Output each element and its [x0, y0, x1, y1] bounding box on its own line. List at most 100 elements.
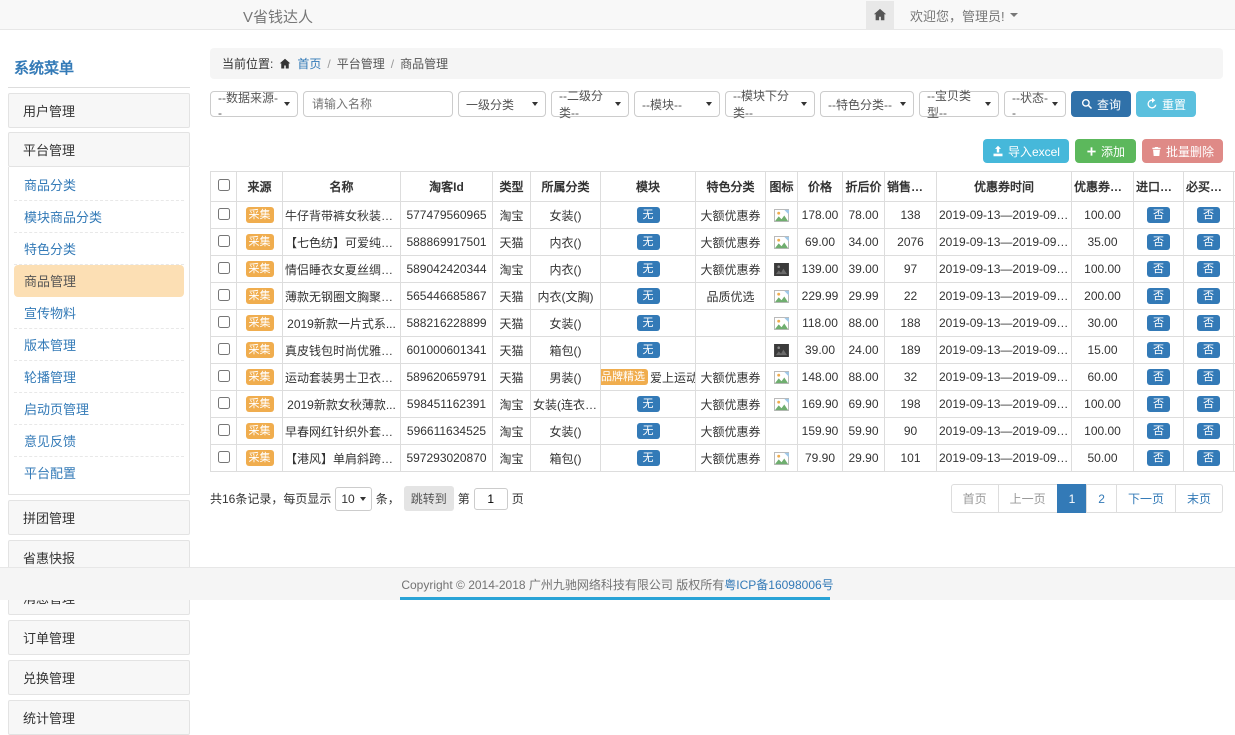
- data-source-select[interactable]: --数据来源--: [210, 91, 298, 117]
- sidebar-subitem-splash[interactable]: 启动页管理: [14, 393, 184, 425]
- page-button-末页[interactable]: 末页: [1175, 484, 1223, 513]
- must-buy-badge[interactable]: 否: [1197, 234, 1220, 250]
- must-buy-badge[interactable]: 否: [1197, 423, 1220, 439]
- must-buy-badge[interactable]: 否: [1197, 450, 1220, 466]
- breadcrumb-prefix: 当前位置:: [222, 55, 273, 72]
- cell-coupon_time: 2019-09-13—2019-09-17: [937, 283, 1072, 310]
- level1-category-select[interactable]: 一级分类: [458, 91, 546, 117]
- chevron-down-icon: [706, 102, 712, 106]
- add-button[interactable]: 添加: [1075, 139, 1136, 163]
- cell-taoke_id: 589042420344: [401, 256, 493, 283]
- sidebar-item-platform[interactable]: 平台管理: [8, 132, 190, 167]
- feature-category-select[interactable]: --特色分类--: [820, 91, 914, 117]
- cell-import_select: 否: [1134, 337, 1184, 364]
- import-select-badge[interactable]: 否: [1147, 423, 1170, 439]
- row-checkbox[interactable]: [218, 370, 230, 382]
- import-select-badge[interactable]: 否: [1147, 261, 1170, 277]
- row-checkbox[interactable]: [218, 208, 230, 220]
- import-select-badge[interactable]: 否: [1147, 369, 1170, 385]
- pagination-bar: 共16条记录，每页显示 10 条， 跳转到 第 页 首页上一页12下一页末页: [210, 484, 1223, 513]
- must-buy-badge[interactable]: 否: [1197, 315, 1220, 331]
- cell-check: [211, 337, 237, 364]
- reset-button[interactable]: 重置: [1136, 91, 1196, 117]
- import-excel-button[interactable]: 导入excel: [983, 139, 1069, 163]
- sidebar-subitem-feedback[interactable]: 意见反馈: [14, 425, 184, 457]
- must-buy-badge[interactable]: 否: [1197, 342, 1220, 358]
- must-buy-badge[interactable]: 否: [1197, 207, 1220, 223]
- batch-delete-button[interactable]: 批量删除: [1142, 139, 1223, 163]
- module-select[interactable]: --模块--: [634, 91, 720, 117]
- cell-icon: [766, 310, 798, 337]
- cell-category: 女装(): [531, 418, 601, 445]
- user-menu[interactable]: 欢迎您，管理员!: [910, 6, 1018, 25]
- row-checkbox[interactable]: [218, 343, 230, 355]
- sidebar-item-exchange[interactable]: 兑换管理: [8, 660, 190, 695]
- jump-button[interactable]: 跳转到: [404, 486, 454, 511]
- sidebar-subitem-version[interactable]: 版本管理: [14, 329, 184, 361]
- cell-sales: 188: [885, 310, 937, 337]
- sidebar-subitem-promo-material[interactable]: 宣传物料: [14, 297, 184, 329]
- jump-page-input[interactable]: [474, 488, 508, 510]
- page-button-下一页[interactable]: 下一页: [1116, 484, 1176, 513]
- row-checkbox[interactable]: [218, 235, 230, 247]
- must-buy-badge[interactable]: 否: [1197, 261, 1220, 277]
- page-button-2[interactable]: 2: [1086, 484, 1117, 513]
- cell-import_select: 否: [1134, 256, 1184, 283]
- row-checkbox[interactable]: [218, 289, 230, 301]
- sidebar-subitem-module-goods-category[interactable]: 模块商品分类: [14, 201, 184, 233]
- import-select-badge[interactable]: 否: [1147, 450, 1170, 466]
- sidebar-item-user[interactable]: 用户管理: [8, 93, 190, 128]
- cell-price: 178.00: [798, 202, 843, 229]
- module-text: 爱上运动: [650, 369, 696, 386]
- row-checkbox[interactable]: [218, 397, 230, 409]
- sidebar-menu: 用户管理平台管理商品分类模块商品分类特色分类商品管理宣传物料版本管理轮播管理启动…: [8, 93, 190, 735]
- must-buy-badge[interactable]: 否: [1197, 396, 1220, 412]
- status-select[interactable]: --状态--: [1004, 91, 1066, 117]
- import-select-badge[interactable]: 否: [1147, 315, 1170, 331]
- cell-name: 2019新款一片式系...: [283, 310, 401, 337]
- cell-type: 天猫: [493, 283, 531, 310]
- module-badge: 无: [637, 207, 660, 223]
- cell-source: 采集: [237, 256, 283, 283]
- item-type-select[interactable]: --宝贝类型--: [919, 91, 999, 117]
- cell-source: 采集: [237, 418, 283, 445]
- page-button-1[interactable]: 1: [1057, 484, 1088, 513]
- cell-must_buy: 否: [1184, 364, 1234, 391]
- page-button-上一页[interactable]: 上一页: [998, 484, 1058, 513]
- row-checkbox[interactable]: [218, 262, 230, 274]
- cell-price: 79.90: [798, 445, 843, 472]
- cell-type: 淘宝: [493, 256, 531, 283]
- import-select-badge[interactable]: 否: [1147, 288, 1170, 304]
- select-all-checkbox[interactable]: [218, 179, 230, 191]
- page-button-首页[interactable]: 首页: [951, 484, 999, 513]
- per-page-select[interactable]: 10: [335, 487, 371, 511]
- sidebar-subitem-goods-category[interactable]: 商品分类: [14, 169, 184, 201]
- name-input[interactable]: [303, 91, 453, 117]
- module-sub-category-select[interactable]: --模块下分类--: [725, 91, 815, 117]
- sidebar-item-groupbuy[interactable]: 拼团管理: [8, 500, 190, 535]
- breadcrumb-home-link[interactable]: 首页: [297, 55, 321, 72]
- sidebar-item-order[interactable]: 订单管理: [8, 620, 190, 655]
- data-source-select-label: --数据来源--: [218, 89, 280, 120]
- sidebar-item-clipped[interactable]: 统计管理: [8, 700, 190, 735]
- home-icon[interactable]: [866, 1, 894, 30]
- row-checkbox[interactable]: [218, 424, 230, 436]
- import-select-badge[interactable]: 否: [1147, 342, 1170, 358]
- row-checkbox[interactable]: [218, 451, 230, 463]
- cell-type: 天猫: [493, 364, 531, 391]
- sidebar-subitem-goods[interactable]: 商品管理: [14, 265, 184, 297]
- table-row: 采集牛仔背带裤女秋装减龄...577479560965淘宝女装()无大额优惠券1…: [211, 202, 1235, 229]
- cell-coupon_time: 2019-09-13—2019-09-20: [937, 256, 1072, 283]
- search-button[interactable]: 查询: [1071, 91, 1131, 117]
- must-buy-badge[interactable]: 否: [1197, 369, 1220, 385]
- import-select-badge[interactable]: 否: [1147, 396, 1170, 412]
- row-checkbox[interactable]: [218, 316, 230, 328]
- sidebar-subitem-feature-category[interactable]: 特色分类: [14, 233, 184, 265]
- import-select-badge[interactable]: 否: [1147, 207, 1170, 223]
- level2-category-select[interactable]: --二级分类--: [551, 91, 629, 117]
- import-select-badge[interactable]: 否: [1147, 234, 1170, 250]
- must-buy-badge[interactable]: 否: [1197, 288, 1220, 304]
- sidebar-subitem-platform-config[interactable]: 平台配置: [14, 457, 184, 488]
- sidebar-subitem-carousel[interactable]: 轮播管理: [14, 361, 184, 393]
- icp-link[interactable]: 粤ICP备16098006号: [724, 576, 833, 593]
